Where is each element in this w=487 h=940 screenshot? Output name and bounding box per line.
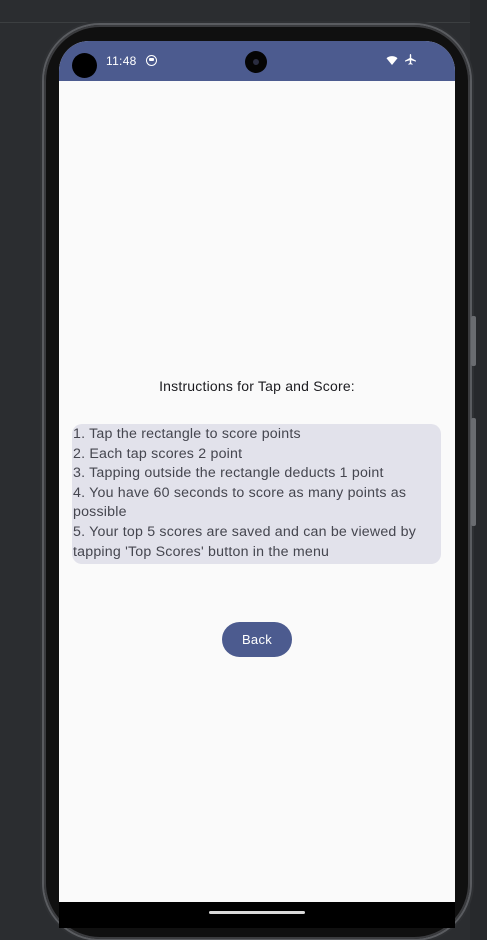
power-button[interactable] xyxy=(471,418,476,526)
airplane-mode-icon xyxy=(405,54,416,65)
wifi-icon xyxy=(386,56,398,65)
instruction-line: tapping 'Top Scores' button in the menu xyxy=(73,543,330,560)
emulator-toolbar xyxy=(0,0,487,23)
page-title: Instructions for Tap and Score: xyxy=(159,378,355,394)
instruction-line: 1. Tap the rectangle to score points xyxy=(73,426,301,442)
instruction-line: 3. Tapping outside the rectangle deducts… xyxy=(73,465,384,482)
navigation-bar xyxy=(59,902,455,928)
instruction-line: 4. You have 60 seconds to score as many … xyxy=(73,484,407,501)
instruction-line: 2. Each tap scores 2 point xyxy=(73,445,243,462)
front-camera xyxy=(245,51,267,73)
status-time: 11:48 xyxy=(106,54,137,68)
camera-cutout xyxy=(72,53,97,78)
device-screen: 11:48 Instructions for Tap and Score: 1.… xyxy=(59,41,455,902)
instruction-line: possible xyxy=(73,504,127,521)
status-bar: 11:48 xyxy=(59,41,455,81)
instructions-box: 1. Tap the rectangle to score points 2. … xyxy=(72,424,441,564)
home-gesture-handle[interactable] xyxy=(209,911,305,914)
sync-icon xyxy=(146,55,157,66)
volume-button[interactable] xyxy=(471,316,476,366)
instructions-screen: Instructions for Tap and Score: 1. Tap t… xyxy=(59,81,455,902)
instruction-line: 5. Your top 5 scores are saved and can b… xyxy=(73,523,417,540)
back-button[interactable]: Back xyxy=(222,622,292,657)
